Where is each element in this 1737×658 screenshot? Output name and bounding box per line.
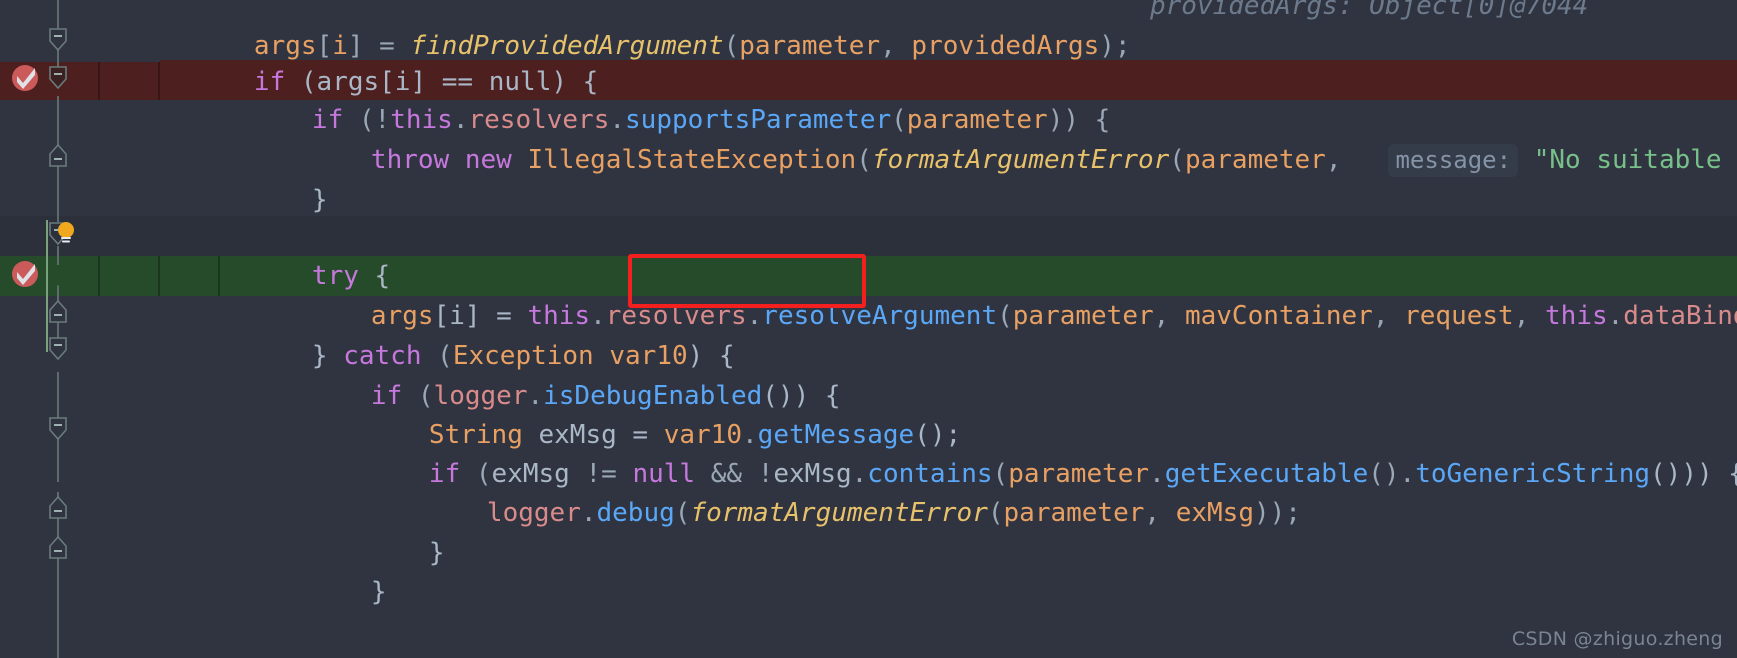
gutter-divider [218,256,220,296]
code-block-scope-line [46,220,48,352]
fold-collapse-icon[interactable] [49,337,67,361]
code-line-9[interactable]: if (logger.isDebugEnabled()) { [0,336,1737,411]
code-editor[interactable]: args[i] = findProvidedArgument(parameter… [0,0,1737,658]
breakpoint-checked-icon[interactable] [10,259,40,289]
code-line-14[interactable]: } [0,532,1737,607]
fold-backbone-line [57,562,59,658]
code-line-6[interactable]: try { [0,216,1737,291]
code-line-11[interactable]: if (exMsg != null && !exMsg.contains(par… [0,414,1737,489]
code-line-13[interactable]: } [0,493,1737,568]
token-brace-close: } [370,577,387,607]
code-line-2[interactable]: if (!this.resolvers.supportsParameter(pa… [0,60,1737,135]
code-line-4[interactable]: } [0,140,1737,215]
gutter-divider [98,256,100,296]
fold-collapse-icon[interactable] [49,66,67,90]
fold-collapse-icon[interactable] [49,417,67,441]
code-line-7-execution[interactable]: args[i] = this.resolvers.resolveArgument… [0,256,1737,331]
code-line-3[interactable]: throw new IllegalStateException(formatAr… [0,100,1737,177]
code-line-10[interactable]: String exMsg = var10.getMessage(); [0,375,1737,450]
fold-marker[interactable] [49,264,67,288]
gutter-divider [158,256,160,296]
lightbulb-icon[interactable] [53,220,79,246]
code-line-5-blank[interactable] [0,180,1737,220]
gutter-divider [158,60,160,100]
fold-expand-icon[interactable] [49,300,67,324]
watermark-text: CSDN @zhiguo.zheng [1511,628,1723,650]
fold-expand-icon[interactable] [49,144,67,168]
fold-expand-icon[interactable] [49,496,67,520]
code-line-8[interactable]: } catch (Exception var10) { [0,296,1737,371]
code-line-12[interactable]: logger.debug(formatArgumentError(paramet… [0,453,1737,528]
gutter-divider [98,60,100,100]
fold-expand-icon[interactable] [49,536,67,560]
breakpoint-checked-icon[interactable] [10,63,40,93]
fold-collapse-icon[interactable] [49,28,67,52]
code-line-1[interactable]: if (args[i] == null) { [0,22,1737,97]
